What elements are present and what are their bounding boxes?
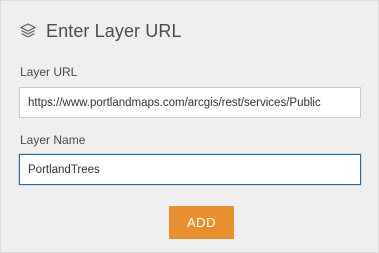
add-button[interactable]: ADD xyxy=(169,206,234,239)
layer-name-label: Layer Name xyxy=(20,133,86,147)
enter-layer-url-panel: Enter Layer URL Layer URL Layer Name ADD xyxy=(0,0,379,253)
panel-title: Enter Layer URL xyxy=(46,20,182,41)
layer-name-input[interactable] xyxy=(19,154,361,185)
layer-url-label: Layer URL xyxy=(20,65,78,79)
panel-header: Enter Layer URL xyxy=(19,18,182,44)
layers-icon xyxy=(19,22,37,40)
layer-url-input[interactable] xyxy=(19,87,361,118)
